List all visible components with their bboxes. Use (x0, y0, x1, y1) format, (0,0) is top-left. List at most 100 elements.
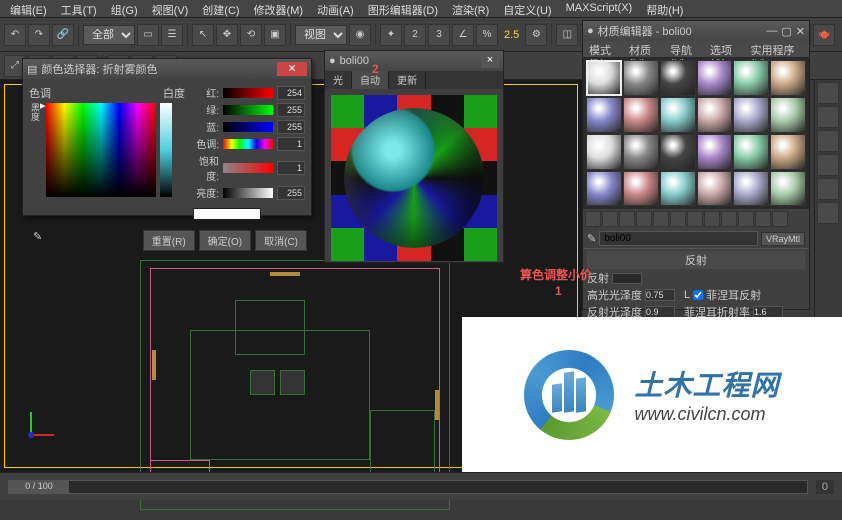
material-slot[interactable] (770, 171, 806, 207)
preview-close-button[interactable]: × (481, 54, 499, 68)
cursor-icon[interactable]: ↖ (192, 24, 214, 46)
material-slot[interactable] (697, 60, 733, 96)
utilities-tab-icon[interactable] (817, 202, 839, 224)
snap-percent-icon[interactable]: % (476, 24, 498, 46)
me-menu-material[interactable]: 材质(M) (626, 42, 666, 56)
material-type-button[interactable]: VRayMtl (761, 232, 805, 246)
scale-icon[interactable]: ▣ (264, 24, 286, 46)
material-slot[interactable] (586, 134, 622, 170)
motion-tab-icon[interactable] (817, 154, 839, 176)
material-slot[interactable] (733, 60, 769, 96)
hue-sat-picker[interactable]: ▸ (46, 103, 156, 197)
material-slot[interactable] (733, 97, 769, 133)
me-menu-utilities[interactable]: 实用程序(U) (748, 42, 806, 56)
put-library-icon[interactable] (687, 211, 703, 227)
menu-group[interactable]: 组(G) (105, 1, 144, 16)
menu-edit[interactable]: 编辑(E) (4, 1, 53, 16)
material-slot[interactable] (623, 97, 659, 133)
show-map-icon[interactable] (721, 211, 737, 227)
create-tab-icon[interactable] (817, 82, 839, 104)
go-sibling-icon[interactable] (772, 211, 788, 227)
me-menu-options[interactable]: 选项(O) (707, 42, 747, 56)
get-material-icon[interactable] (585, 211, 601, 227)
preview-titlebar[interactable]: ● boli00 × (325, 51, 503, 71)
hue-input[interactable] (277, 137, 305, 151)
close-icon[interactable]: ✕ (796, 25, 805, 38)
hue-slider[interactable] (223, 139, 273, 149)
green-slider[interactable] (223, 105, 273, 115)
menu-graph[interactable]: 图形编辑器(D) (362, 1, 444, 16)
material-slot[interactable] (660, 134, 696, 170)
select-icon[interactable]: ▭ (137, 24, 159, 46)
show-result-icon[interactable] (738, 211, 754, 227)
material-slot[interactable] (770, 134, 806, 170)
go-parent-icon[interactable] (755, 211, 771, 227)
blue-slider[interactable] (223, 122, 273, 132)
material-name-input[interactable] (599, 231, 758, 246)
material-slot[interactable] (623, 134, 659, 170)
red-input[interactable] (277, 86, 305, 100)
val-input[interactable] (277, 186, 305, 200)
manipulate-icon[interactable]: ✦ (380, 24, 402, 46)
lightness-slider[interactable] (160, 103, 172, 197)
assign-material-icon[interactable] (619, 211, 635, 227)
maximize-icon[interactable]: ▢ (781, 25, 791, 38)
material-slot[interactable] (586, 171, 622, 207)
menu-animation[interactable]: 动画(A) (311, 1, 360, 16)
reflection-rollout-header[interactable]: 反射 (587, 251, 805, 269)
reflect-color-swatch[interactable] (612, 273, 642, 284)
snap-3d-icon[interactable]: 3 (428, 24, 450, 46)
select-name-icon[interactable]: ☰ (161, 24, 183, 46)
material-slot[interactable] (770, 60, 806, 96)
material-slot[interactable] (623, 171, 659, 207)
fresnel-checkbox[interactable] (693, 290, 703, 300)
timeline-slider[interactable]: 0 / 100 (8, 480, 808, 494)
menu-customize[interactable]: 自定义(U) (497, 1, 557, 16)
minimize-icon[interactable]: — (766, 25, 777, 37)
eyedropper-icon[interactable]: ✎ (33, 230, 42, 251)
move-icon[interactable]: ✥ (216, 24, 238, 46)
display-tab-icon[interactable] (817, 178, 839, 200)
material-slot[interactable] (660, 171, 696, 207)
menu-tools[interactable]: 工具(T) (55, 1, 103, 16)
material-slot[interactable] (586, 60, 622, 96)
material-slot[interactable] (697, 171, 733, 207)
material-id-icon[interactable] (704, 211, 720, 227)
preview-tab-auto[interactable]: 自动 (352, 71, 389, 89)
menu-create[interactable]: 创建(C) (196, 1, 245, 16)
snap-angle-icon[interactable]: ∠ (452, 24, 474, 46)
selection-filter[interactable]: 全部 (83, 25, 135, 45)
material-slot[interactable] (733, 134, 769, 170)
reset-map-icon[interactable] (636, 211, 652, 227)
dialog-titlebar[interactable]: ▤ 颜色选择器: 折射雾颜色 ✕ (23, 59, 311, 79)
snap-options-icon[interactable]: ⚙ (525, 24, 547, 46)
menu-render[interactable]: 渲染(R) (446, 1, 495, 16)
me-menu-navigation[interactable]: 导航(N) (667, 42, 706, 56)
material-slot[interactable] (623, 60, 659, 96)
modify-tab-icon[interactable] (817, 106, 839, 128)
sat-input[interactable] (277, 161, 305, 175)
preview-tab-light[interactable]: 光 (325, 71, 352, 89)
mat-editor-titlebar[interactable]: ● 材质编辑器 - boli00 — ▢ ✕ (583, 21, 809, 41)
material-slot[interactable] (697, 97, 733, 133)
make-unique-icon[interactable] (670, 211, 686, 227)
material-slot[interactable] (770, 97, 806, 133)
preview-tab-update[interactable]: 更新 (389, 71, 426, 89)
menu-views[interactable]: 视图(V) (146, 1, 195, 16)
cancel-button[interactable]: 取消(C) (255, 230, 307, 251)
rotate-icon[interactable]: ⟲ (240, 24, 262, 46)
ok-button[interactable]: 确定(O) (199, 230, 251, 251)
snap-2d-icon[interactable]: 2 (404, 24, 426, 46)
ref-coord-system[interactable]: 视图 (295, 25, 347, 45)
val-slider[interactable] (223, 188, 273, 198)
menu-help[interactable]: 帮助(H) (640, 1, 689, 16)
hierarchy-tab-icon[interactable] (817, 130, 839, 152)
undo-icon[interactable]: ↶ (4, 24, 26, 46)
material-slot[interactable] (586, 97, 622, 133)
hilight-input[interactable] (645, 289, 675, 301)
frame-indicator[interactable]: 0 / 100 (9, 481, 69, 493)
material-slot[interactable] (697, 134, 733, 170)
reset-button[interactable]: 重置(R) (143, 230, 195, 251)
close-button[interactable]: ✕ (277, 62, 307, 76)
put-material-icon[interactable] (602, 211, 618, 227)
